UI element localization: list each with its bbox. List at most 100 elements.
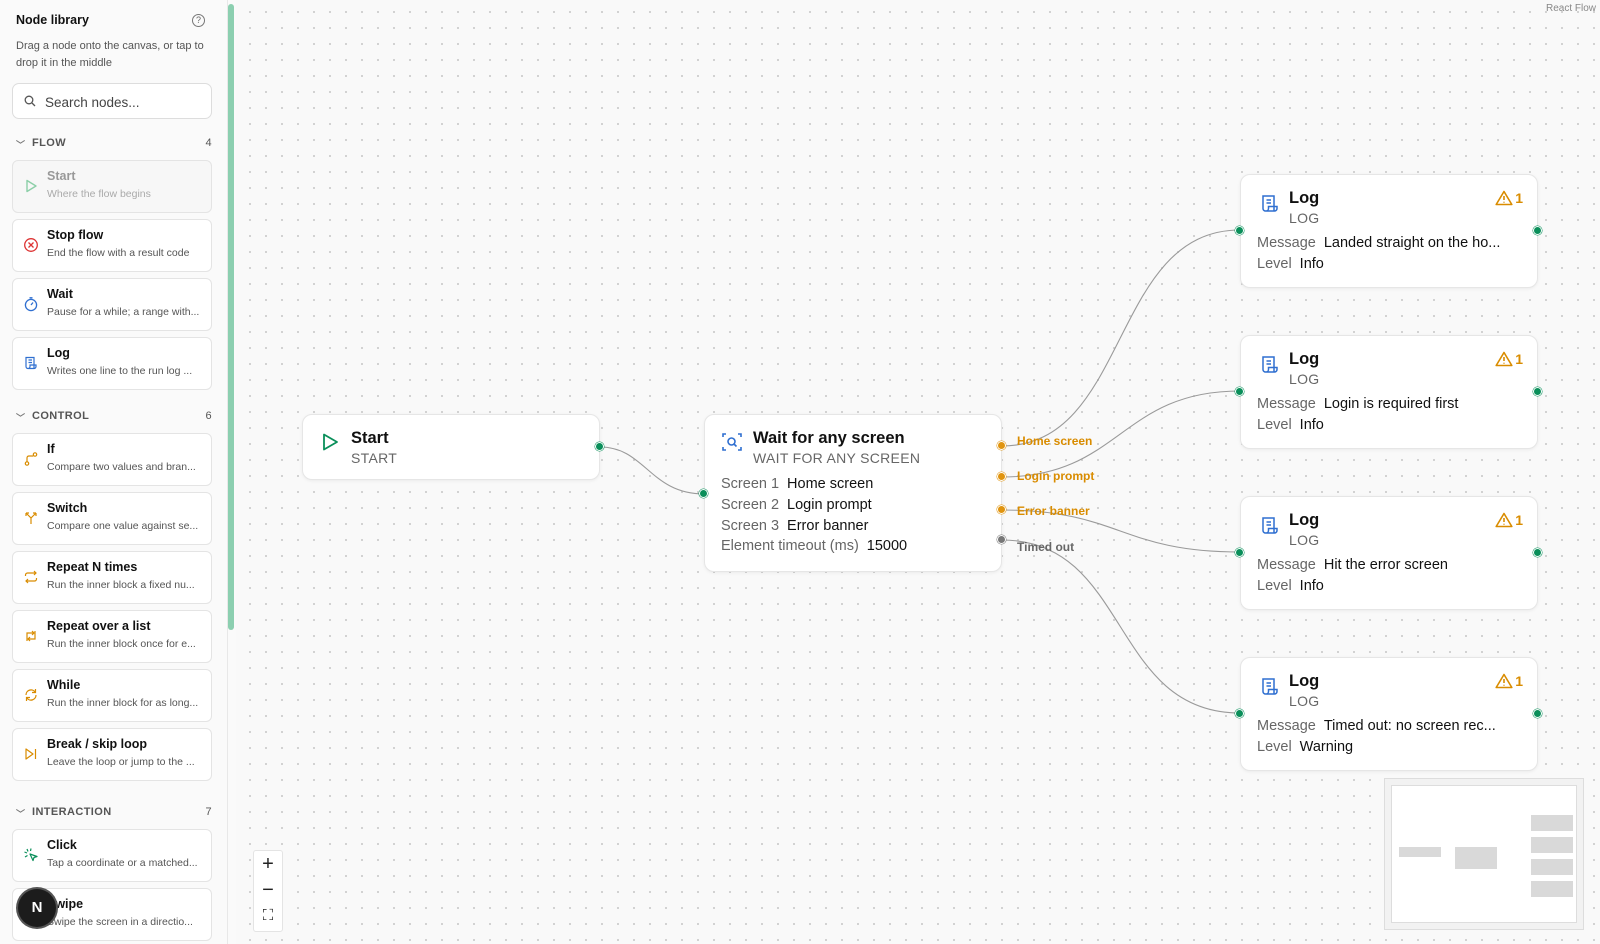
react-flow-attribution[interactable]: React Flow [1546, 3, 1596, 14]
node-title: Log [1289, 189, 1320, 207]
row-label: Element timeout (ms) [721, 538, 859, 554]
message-row: Message Landed straight on the ho... [1257, 235, 1500, 251]
library-item-desc: Run the inner block a fixed nu... [47, 579, 195, 591]
library-item-while[interactable]: While Run the inner block for as long... [12, 669, 212, 722]
row-label: Message [1257, 235, 1316, 251]
section-count: 4 [205, 137, 212, 149]
help-icon[interactable]: ? [192, 14, 205, 27]
minimap[interactable] [1384, 778, 1584, 930]
section-interaction[interactable]: ﹀ INTERACTION 7 [16, 806, 212, 820]
loop-icon [25, 689, 37, 701]
library-item-break-skip-loop[interactable]: Break / skip loop Leave the loop or jump… [12, 728, 212, 781]
row-value: Timed out: no screen rec... [1323, 718, 1496, 734]
home-screen-handle[interactable] [997, 441, 1006, 450]
wait-for-any-screen-node[interactable]: Wait for any screen WAIT FOR ANY SCREEN … [704, 414, 1002, 572]
log-output-handle[interactable] [1533, 387, 1542, 396]
warning-count: 1 [1515, 512, 1523, 529]
timed-out-handle[interactable] [997, 535, 1006, 544]
node-subtitle: LOG [1289, 693, 1320, 709]
row-value: Login is required first [1323, 396, 1459, 412]
library-item-start[interactable]: Start Where the flow begins [12, 160, 212, 213]
scroll-icon [25, 356, 37, 370]
library-item-switch[interactable]: Switch Compare one value against se... [12, 492, 212, 545]
level-row: Level Info [1257, 256, 1324, 272]
library-item-click[interactable]: Click Tap a coordinate or a matched... [12, 829, 212, 882]
library-item-title: If [47, 442, 55, 456]
library-item-title: Stop flow [47, 228, 104, 242]
warning-icon [1495, 673, 1513, 689]
library-item-repeat-over-list[interactable]: Repeat over a list Run the inner block o… [12, 610, 212, 663]
play-icon [26, 179, 37, 193]
section-name: INTERACTION [32, 806, 112, 818]
log-node[interactable]: Log LOG 1 Message Timed out: no screen re… [1240, 657, 1538, 771]
log-input-handle[interactable] [1235, 226, 1244, 235]
log-node[interactable]: Log LOG 1 Message Login is required first… [1240, 335, 1538, 449]
warning-count: 1 [1515, 190, 1523, 207]
start-node[interactable]: Start START [302, 414, 600, 480]
node-subtitle: LOG [1289, 532, 1320, 548]
fit-view-button[interactable]: ⛶ [254, 903, 282, 929]
start-output-handle[interactable] [595, 442, 604, 451]
warning-badge[interactable]: 1 [1495, 350, 1523, 370]
row-label: Level [1257, 256, 1292, 272]
row-label: Message [1257, 557, 1316, 573]
avatar[interactable]: N [18, 889, 56, 927]
output-label-error-banner: Error banner [1017, 504, 1090, 518]
log-input-handle[interactable] [1235, 548, 1244, 557]
error-banner-handle[interactable] [997, 505, 1006, 514]
section-control[interactable]: ﹀ CONTROL 6 [16, 410, 212, 424]
message-row: Message Hit the error screen [1257, 557, 1448, 573]
log-input-handle[interactable] [1235, 709, 1244, 718]
warning-icon [1495, 351, 1513, 367]
sidebar-scrollbar[interactable] [228, 4, 234, 630]
warning-badge[interactable]: 1 [1495, 511, 1523, 531]
row-label: Message [1257, 718, 1316, 734]
node-subtitle: LOG [1289, 371, 1320, 387]
log-output-handle[interactable] [1533, 226, 1542, 235]
log-node[interactable]: Log LOG 1 Message Hit the error screen Le… [1240, 496, 1538, 610]
library-item-title: While [47, 678, 81, 692]
output-label-login-prompt: Login prompt [1017, 469, 1095, 483]
row-label: Level [1257, 578, 1292, 594]
log-output-handle[interactable] [1533, 709, 1542, 718]
element-timeout-row: Element timeout (ms) 15000 [721, 538, 907, 554]
log-input-handle[interactable] [1235, 387, 1244, 396]
screen-scan-icon [722, 433, 742, 451]
sidebar-title: Node library [16, 13, 89, 27]
screen-2-row: Screen 2 Login prompt [721, 497, 872, 513]
scroll-icon [1262, 517, 1278, 534]
library-item-desc: Pause for a while; a range with... [47, 306, 200, 318]
row-value: Hit the error screen [1323, 557, 1448, 573]
wait-input-handle[interactable] [699, 489, 708, 498]
library-item-desc: Run the inner block once for e... [47, 638, 196, 650]
stop-circle-icon [24, 238, 38, 252]
row-value: 15000 [866, 538, 908, 554]
zoom-in-button[interactable]: + [254, 851, 282, 877]
library-item-title: Start [47, 169, 76, 183]
row-label: Level [1257, 417, 1292, 433]
warning-badge[interactable]: 1 [1495, 189, 1523, 209]
row-value: Error banner [787, 518, 869, 534]
library-item-log[interactable]: Log Writes one line to the run log ... [12, 337, 212, 390]
login-prompt-handle[interactable] [997, 472, 1006, 481]
library-item-if[interactable]: If Compare two values and bran... [12, 433, 212, 486]
search-box[interactable] [12, 83, 212, 119]
library-item-repeat-n-times[interactable]: Repeat N times Run the inner block a fix… [12, 551, 212, 604]
library-item-desc: Compare one value against se... [47, 520, 199, 532]
library-item-desc: Writes one line to the run log ... [47, 365, 193, 377]
level-row: Level Warning [1257, 739, 1353, 755]
minimap-node [1531, 859, 1573, 875]
row-label: Message [1257, 396, 1316, 412]
warning-badge[interactable]: 1 [1495, 672, 1523, 692]
screen-3-row: Screen 3 Error banner [721, 518, 868, 534]
zoom-out-button[interactable]: − [254, 877, 282, 903]
node-library-sidebar: Node library ? Drag a node onto the canv… [0, 0, 228, 944]
library-item-wait[interactable]: Wait Pause for a while; a range with... [12, 278, 212, 331]
log-node[interactable]: Log LOG 1 Message Landed straight on the … [1240, 174, 1538, 288]
search-input[interactable] [45, 92, 205, 112]
section-flow[interactable]: ﹀ FLOW 4 [16, 137, 212, 151]
log-output-handle[interactable] [1533, 548, 1542, 557]
row-label: Screen 3 [721, 518, 780, 534]
warning-icon [1495, 512, 1513, 528]
library-item-stop-flow[interactable]: Stop flow End the flow with a result cod… [12, 219, 212, 272]
